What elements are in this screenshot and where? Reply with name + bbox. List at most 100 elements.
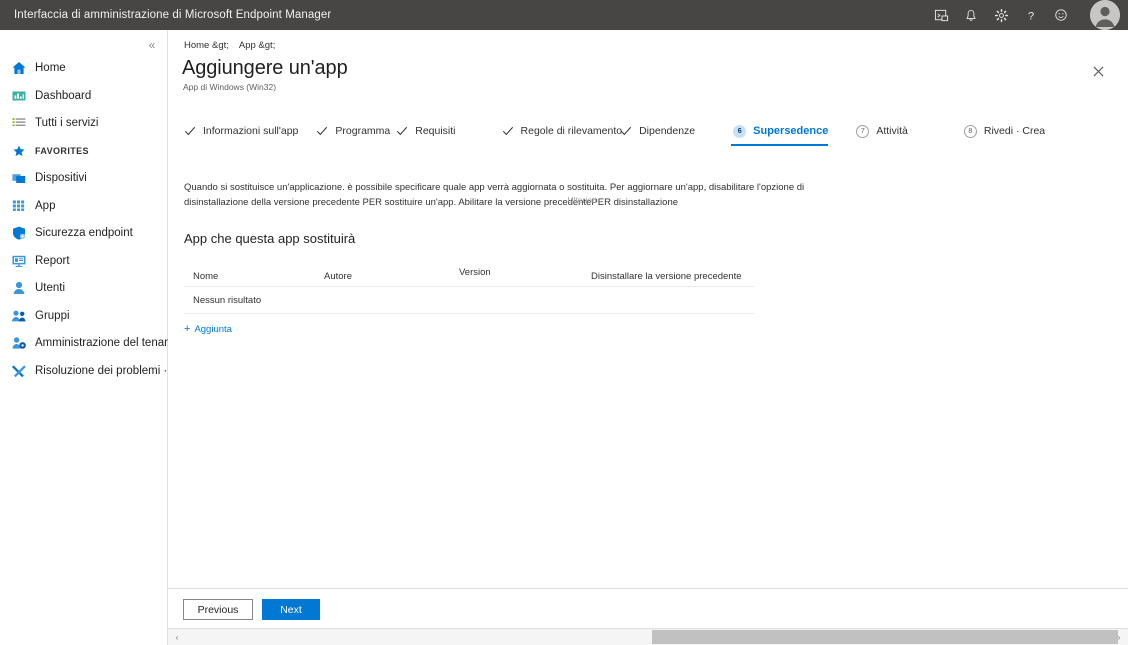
sidebar-item-dashboard[interactable]: Dashboard xyxy=(0,84,168,108)
column-header-nome: Nome xyxy=(193,271,219,282)
close-icon[interactable] xyxy=(1087,60,1109,82)
sidebar-item-all-services[interactable]: Tutti i servizi xyxy=(0,111,168,135)
tab-label: Programma xyxy=(335,125,391,137)
help-question-icon[interactable]: ? xyxy=(1016,0,1046,30)
check-icon xyxy=(316,125,328,137)
check-icon xyxy=(620,125,632,137)
user-icon xyxy=(10,280,27,297)
feedback-smiley-icon[interactable] xyxy=(1046,0,1076,30)
cloud-shell-icon[interactable] xyxy=(926,0,956,30)
shield-icon xyxy=(10,225,27,242)
tab-requisiti[interactable]: Requisiti xyxy=(394,116,457,146)
sidebar-item-report[interactable]: Report xyxy=(0,249,168,273)
horizontal-scrollbar[interactable]: ‹ › xyxy=(168,628,1128,645)
nav-list: Home Dashboard Tutti i servizi FAVORITES… xyxy=(0,56,217,386)
section-title: App che questa app sostituirà xyxy=(184,231,356,246)
column-header-version: Version xyxy=(459,267,591,282)
tab-rivedi-crea[interactable]: 8 Rivedi · Crea xyxy=(962,116,1047,146)
all-services-icon xyxy=(10,115,27,132)
step-number-badge: 7 xyxy=(856,124,870,138)
global-topbar: Interfaccia di amministrazione di Micros… xyxy=(0,0,1128,30)
page-root: Interfaccia di amministrazione di Micros… xyxy=(0,0,1128,645)
account-avatar[interactable] xyxy=(1090,0,1120,30)
sidebar-item-home[interactable]: Home xyxy=(0,56,168,80)
tab-attivita[interactable]: 7 Attività xyxy=(854,116,910,146)
left-navigation: « Home Dashboard Tutti i servizi FAVORIT… xyxy=(0,30,217,645)
add-app-link[interactable]: + Aggiunta xyxy=(184,324,232,336)
sidebar-item-sicurezza-endpoint[interactable]: Sicurezza endpoint xyxy=(0,221,168,245)
sidebar-item-label: Report xyxy=(35,254,70,267)
page-title: Aggiungere un'app xyxy=(182,57,348,79)
svg-text:?: ? xyxy=(1028,10,1034,22)
notifications-bell-icon[interactable] xyxy=(956,0,986,30)
dashboard-icon xyxy=(10,87,27,104)
tab-supersedence[interactable]: 6 Supersedence xyxy=(731,116,830,146)
sidebar-item-label: FAVORITES xyxy=(35,145,89,156)
topbar-actions: ? xyxy=(926,0,1128,30)
step-number: 6 xyxy=(733,124,747,138)
home-icon xyxy=(10,60,27,77)
scroll-left-arrow-icon[interactable]: ‹ xyxy=(170,629,184,645)
step-number: 7 xyxy=(856,124,870,138)
tab-label: Requisiti xyxy=(415,125,456,137)
tab-label: Regole di rilevamento xyxy=(520,125,623,137)
sidebar-item-label: Amministrazione del tenant xyxy=(35,337,174,349)
tab-programma[interactable]: Programma xyxy=(314,116,392,146)
supersedence-table: Nome Autore Version Disinstallare la ver… xyxy=(184,262,754,314)
description-line-2-tail: PER disinstallazione xyxy=(591,197,679,208)
breadcrumb-item-home[interactable]: Home &gt; xyxy=(184,40,229,51)
next-button[interactable]: Next xyxy=(262,599,320,620)
step-number-badge: 6 xyxy=(733,124,747,138)
sidebar-item-label: Home xyxy=(35,62,66,74)
settings-gear-icon[interactable] xyxy=(986,0,1016,30)
tab-dipendenze[interactable]: Dipendenze xyxy=(618,116,697,146)
sidebar-section-favorites: FAVORITES xyxy=(0,139,168,163)
sidebar-item-risoluzione-problemi[interactable]: Risoluzione dei problemi · Supporto xyxy=(0,359,217,383)
wizard-tabs: Informazioni sull'app Programma Requisit… xyxy=(182,116,1047,148)
tab-label: Rivedi · Crea xyxy=(983,125,1046,137)
wizard-footer: Previous Next xyxy=(168,588,1128,628)
step-number-badge: 8 xyxy=(963,124,977,138)
sidebar-item-label: Tutti i servizi xyxy=(35,117,99,129)
reports-icon xyxy=(10,252,27,269)
sidebar-item-app[interactable]: App xyxy=(0,194,168,218)
add-app-blade: Home &gt; App &gt; Aggiungere un'app App… xyxy=(168,30,1128,628)
description-overlap-group: PER disinstallazione Ulteriori xyxy=(567,195,679,210)
sidebar-item-amministrazione-tenant[interactable]: Amministrazione del tenant xyxy=(0,331,174,355)
sidebar-item-utenti[interactable]: Utenti xyxy=(0,276,168,300)
sidebar-item-label: Sicurezza endpoint xyxy=(35,227,133,239)
sidebar-item-label: Gruppi xyxy=(35,309,70,322)
collapse-nav-icon[interactable]: « xyxy=(141,34,163,56)
step-number: 8 xyxy=(963,124,977,138)
supersedence-description: Quando si sostituisce un'applicazione. è… xyxy=(184,180,824,210)
breadcrumb-item-app[interactable]: App &gt; xyxy=(239,40,275,51)
column-header-autore: Autore xyxy=(324,271,352,282)
tab-label: Dipendenze xyxy=(639,125,696,137)
check-icon xyxy=(396,125,408,137)
sidebar-item-dispositivi[interactable]: Dispositivi xyxy=(0,166,168,190)
previous-button[interactable]: Previous xyxy=(183,599,253,620)
tab-regole-di-rilevamento[interactable]: Regole di rilevamento xyxy=(500,116,625,146)
star-icon xyxy=(10,142,27,159)
breadcrumb: Home &gt; App &gt; xyxy=(184,40,275,51)
devices-icon xyxy=(10,170,27,187)
sidebar-item-label: Dispositivi xyxy=(35,172,87,184)
add-app-link-label: Aggiunta xyxy=(194,324,232,335)
tab-informazioni-sull-app[interactable]: Informazioni sull'app xyxy=(182,116,300,146)
check-icon xyxy=(184,125,196,137)
sidebar-item-label: Utenti xyxy=(35,282,66,294)
tab-label: Informazioni sull'app xyxy=(203,125,299,137)
scrollbar-thumb[interactable] xyxy=(652,630,1118,644)
scroll-right-arrow-icon[interactable]: › xyxy=(1112,629,1126,645)
description-overlay-text: Ulteriori xyxy=(567,195,597,205)
page-subtitle: App di Windows (Win32) xyxy=(183,82,277,92)
table-header-row: Nome Autore Version Disinstallare la ver… xyxy=(184,262,754,286)
tab-label: Supersedence xyxy=(753,125,829,137)
tenant-admin-icon xyxy=(10,335,27,352)
apps-icon xyxy=(10,197,27,214)
column-header-version-text: Version xyxy=(459,267,491,278)
tab-label: Attività xyxy=(876,125,908,137)
sidebar-item-gruppi[interactable]: Gruppi xyxy=(0,304,168,328)
topbar-title: Interfaccia di amministrazione di Micros… xyxy=(14,9,332,21)
sidebar-item-label: Dashboard xyxy=(35,89,92,102)
